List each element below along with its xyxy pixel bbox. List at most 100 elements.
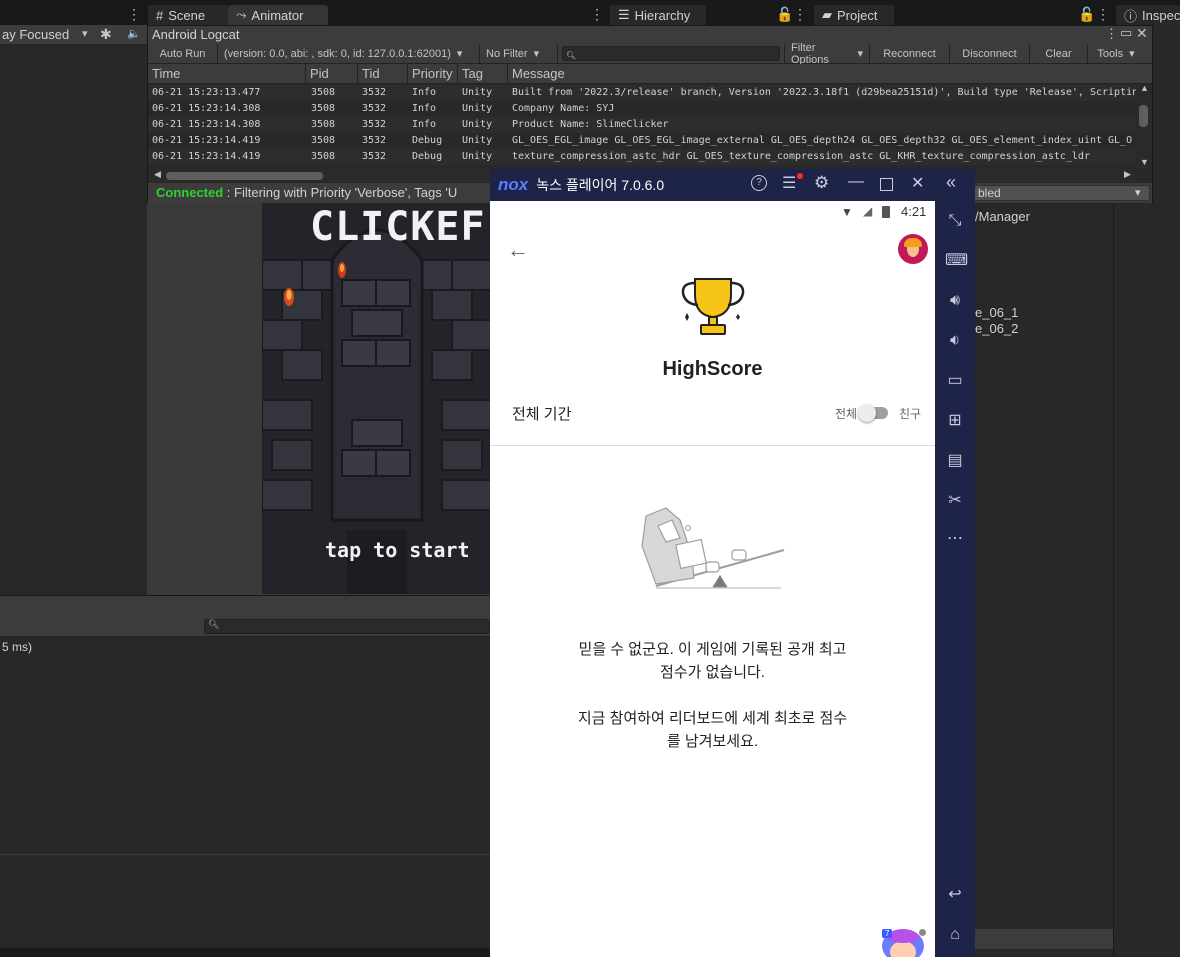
avatar[interactable] bbox=[898, 234, 928, 264]
cell-time: 06-21 15:23:13.477 bbox=[152, 87, 261, 98]
hierarchy-item[interactable]: /Manager bbox=[975, 209, 1030, 224]
keyboard-icon[interactable]: ⌨ bbox=[945, 251, 968, 271]
hierarchy-item[interactable]: e_06_1 bbox=[975, 305, 1018, 320]
tab-project[interactable]: ▰ Project bbox=[814, 5, 894, 25]
play-focused-dropdown[interactable]: ay Focused bbox=[2, 27, 69, 42]
minimize-icon[interactable]: — bbox=[848, 173, 864, 191]
back-arrow-icon[interactable]: ← bbox=[507, 237, 529, 263]
home-icon[interactable]: ⌂ bbox=[945, 925, 965, 945]
more-icon[interactable]: ⋯ bbox=[945, 529, 965, 549]
console-entry[interactable]: 5 ms) bbox=[2, 640, 32, 654]
volume-down-icon[interactable]: 🔉︎ bbox=[945, 331, 965, 351]
audio-icon[interactable]: 🔈 bbox=[127, 27, 141, 40]
grid-icon: # bbox=[156, 7, 164, 23]
divider bbox=[490, 445, 935, 446]
page-title: HighScore bbox=[662, 358, 763, 380]
back-icon[interactable]: ↩ bbox=[945, 885, 965, 905]
cell-tid: 3532 bbox=[362, 87, 387, 98]
connected-status: Connected bbox=[156, 185, 224, 200]
maximize-icon[interactable]: ▭ bbox=[1120, 25, 1132, 41]
tab-scene[interactable]: # Scene bbox=[148, 5, 228, 25]
scroll-thumb[interactable] bbox=[166, 172, 323, 180]
vertical-scrollbar[interactable]: ▲ ▼ bbox=[1136, 83, 1152, 169]
tab-hierarchy-label: Hierarchy bbox=[634, 7, 691, 23]
table-row[interactable]: 06-21 15:23:14.308 3508 3532 Info Unity … bbox=[148, 101, 1136, 117]
cell-time: 06-21 15:23:14.419 bbox=[152, 151, 261, 162]
column-message[interactable]: Message bbox=[508, 64, 1152, 84]
column-tid[interactable]: Tid bbox=[358, 64, 408, 84]
info-icon: ⓘ bbox=[1124, 8, 1138, 24]
close-icon[interactable]: ✕ bbox=[1136, 25, 1148, 42]
table-row[interactable]: 06-21 15:23:14.419 3508 3532 Debug Unity… bbox=[148, 149, 1136, 165]
status-dropdown[interactable]: bled ▾ bbox=[974, 185, 1150, 201]
logcat-title: Android Logcat bbox=[152, 27, 240, 42]
filter-options-button[interactable]: Filter Options bbox=[784, 42, 870, 66]
table-row[interactable]: 06-21 15:23:13.477 3508 3532 Info Unity … bbox=[148, 85, 1136, 101]
column-time[interactable]: Time bbox=[148, 64, 306, 84]
auto-run-button[interactable]: Auto Run bbox=[148, 43, 218, 64]
maximize-icon[interactable] bbox=[880, 178, 893, 191]
chevron-down-icon[interactable]: ▾ bbox=[82, 27, 88, 40]
cell-pid: 3508 bbox=[311, 103, 336, 114]
column-priority[interactable]: Priority bbox=[408, 64, 458, 84]
device-dropdown[interactable]: (version: 0.0, abi: , sdk: 0, id: 127.0.… bbox=[218, 43, 480, 64]
more-options-icon[interactable]: ⋮ bbox=[590, 6, 604, 23]
fullscreen-icon[interactable]: ⤡ bbox=[945, 211, 965, 231]
cell-time: 06-21 15:23:14.419 bbox=[152, 135, 261, 146]
cell-tid: 3532 bbox=[362, 135, 387, 146]
scroll-down-icon[interactable]: ▼ bbox=[1140, 157, 1149, 167]
lock-icon[interactable]: 🔓 bbox=[1078, 6, 1095, 23]
search-icon: 🔍︎ bbox=[566, 51, 577, 60]
scissors-icon[interactable]: ✂ bbox=[945, 491, 965, 511]
hierarchy-item[interactable]: e_06_2 bbox=[975, 321, 1018, 336]
screen-icon[interactable]: ▭ bbox=[945, 371, 965, 391]
column-tag[interactable]: Tag bbox=[458, 64, 508, 84]
gear-icon[interactable]: ⚙ bbox=[814, 173, 829, 193]
disconnect-button[interactable]: Disconnect bbox=[950, 43, 1030, 64]
tab-inspector[interactable]: ⓘ Inspect bbox=[1116, 5, 1180, 25]
tools-dropdown[interactable]: Tools bbox=[1088, 44, 1144, 64]
table-row[interactable]: 06-21 15:23:14.419 3508 3532 Debug Unity… bbox=[148, 133, 1136, 149]
more-options-icon[interactable]: ⋮ bbox=[127, 6, 141, 23]
logcat-rows: 06-21 15:23:13.477 3508 3532 Info Unity … bbox=[148, 85, 1136, 169]
more-options-icon[interactable]: ⋮ bbox=[1096, 6, 1110, 23]
tap-to-start-text[interactable]: tap to start bbox=[325, 538, 470, 562]
cell-message: texture_compression_astc_hdr GL_OES_text… bbox=[512, 151, 1090, 162]
scroll-right-icon[interactable]: ▶ bbox=[1124, 169, 1131, 180]
reconnect-button[interactable]: Reconnect bbox=[870, 43, 950, 64]
scroll-left-icon[interactable]: ◀ bbox=[154, 169, 161, 180]
logcat-search-input[interactable]: 🔍︎ bbox=[562, 46, 780, 61]
collapse-sidebar-icon[interactable]: « bbox=[946, 172, 956, 193]
more-options-icon[interactable]: ⋮ bbox=[793, 6, 807, 23]
multi-instance-icon[interactable]: ▤ bbox=[945, 451, 965, 471]
clear-button[interactable]: Clear bbox=[1030, 43, 1088, 64]
cell-tag: Unity bbox=[462, 151, 493, 162]
help-icon[interactable]: ? bbox=[751, 175, 767, 191]
tab-animator[interactable]: ⤳ Animator bbox=[228, 5, 328, 25]
game-screen[interactable]: CLICKEF tap to start bbox=[262, 200, 490, 594]
column-pid[interactable]: Pid bbox=[306, 64, 358, 84]
lock-icon[interactable]: 🔓 bbox=[776, 6, 793, 23]
cell-pid: 3508 bbox=[311, 87, 336, 98]
nox-logo: nox bbox=[498, 175, 529, 194]
more-options-icon[interactable]: ⋮ bbox=[1105, 26, 1118, 42]
period-label[interactable]: 전체 기간 bbox=[512, 403, 571, 424]
filter-dropdown[interactable]: No Filter bbox=[480, 43, 558, 64]
nox-window-title: 녹스 플레이어 7.0.6.0 bbox=[536, 177, 665, 193]
scroll-up-icon[interactable]: ▲ bbox=[1140, 83, 1149, 93]
friends-toggle[interactable] bbox=[858, 404, 888, 422]
close-icon[interactable]: ✕ bbox=[911, 173, 924, 193]
cell-tag: Unity bbox=[462, 87, 493, 98]
scroll-thumb[interactable] bbox=[1139, 105, 1148, 127]
hierarchy-panel: /Manager e_06_1 e_06_2 bbox=[975, 202, 1113, 957]
toggle-label-friends: 친구 bbox=[899, 407, 922, 421]
apk-install-icon[interactable]: ⊞ bbox=[945, 411, 965, 431]
volume-up-icon[interactable]: 🔊︎ bbox=[945, 291, 965, 311]
tab-hierarchy[interactable]: ☰ Hierarchy bbox=[610, 5, 706, 25]
unity-tab-bar: ⋮ # Scene ⤳ Animator ⋮ ☰ Hierarchy 🔓 ⋮ ▰… bbox=[0, 0, 1180, 25]
bug-icon[interactable]: ✱ bbox=[100, 26, 112, 43]
cell-priority: Info bbox=[412, 87, 437, 98]
console-search-input[interactable]: 🔍︎ bbox=[204, 619, 490, 634]
menu-icon[interactable]: ☰ bbox=[782, 173, 796, 193]
table-row[interactable]: 06-21 15:23:14.308 3508 3532 Info Unity … bbox=[148, 117, 1136, 133]
